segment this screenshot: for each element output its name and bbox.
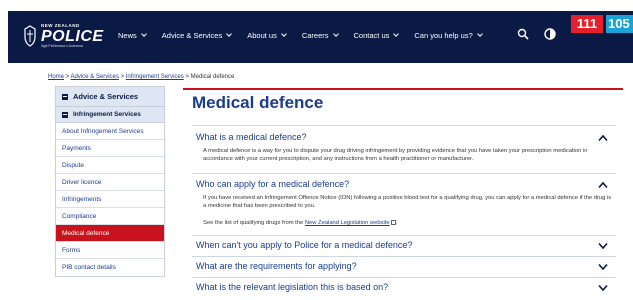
- chevron-down-icon: [140, 31, 147, 37]
- police-logo[interactable]: NEW ZEALAND POLICE Ngā Pirihimana o Aote…: [23, 23, 104, 48]
- breadcrumb-separator: >: [65, 74, 70, 80]
- divider: [192, 125, 616, 126]
- nav-news-label: News: [118, 31, 137, 40]
- title-accent-rule: [183, 88, 623, 90]
- sidebar-item-infringements[interactable]: Infringements: [56, 191, 164, 208]
- divider: [192, 173, 616, 174]
- breadcrumb-separator: >: [185, 74, 189, 80]
- sidebar-item-forms[interactable]: Forms: [56, 242, 164, 259]
- breadcrumb-advice-services[interactable]: Advice & Services: [71, 74, 119, 80]
- emergency-111-button[interactable]: 111: [571, 15, 603, 33]
- nav-contact-label: Contact us: [353, 31, 390, 40]
- accordion-body-what-is: A medical defence is a way for you to di…: [203, 148, 588, 163]
- non-emergency-105-button[interactable]: 105: [606, 15, 633, 33]
- nav-news[interactable]: News: [118, 31, 147, 40]
- accordion-heading-who-can-apply[interactable]: Who can apply for a medical defence?: [196, 179, 349, 189]
- nav-careers-label: Careers: [301, 31, 329, 40]
- top-header: NEW ZEALAND POLICE Ngā Pirihimana o Aote…: [8, 11, 633, 63]
- qualifying-drugs-prefix: See the list of qualifying drugs from th…: [203, 220, 304, 226]
- nav-can-you-help[interactable]: Can you help us?: [414, 31, 483, 40]
- accordion-body-who-can-apply: If you have received an Infringement Off…: [203, 195, 612, 210]
- accordion-heading-what-is[interactable]: What is a medical defence?: [196, 132, 307, 142]
- sidebar-subheading-label: Infringement Services: [73, 111, 141, 118]
- sidebar-item-driver-licence[interactable]: Driver licence: [56, 174, 164, 191]
- sidebar-item-about[interactable]: About Infringement Services: [56, 123, 164, 140]
- collapse-square-icon: [62, 93, 68, 100]
- breadcrumb-separator: >: [120, 74, 125, 80]
- chevron-down-icon: [393, 31, 400, 37]
- contrast-icon[interactable]: [544, 28, 556, 40]
- nav-advice-label: Advice & Services: [161, 31, 223, 40]
- nav-about-us[interactable]: About us: [247, 31, 287, 40]
- sidebar-item-payments[interactable]: Payments: [56, 140, 164, 157]
- sidebar-item-pib-contact[interactable]: PIB contact details: [56, 259, 164, 276]
- sidebar-item-medical-defence[interactable]: Medical defence: [56, 225, 164, 242]
- chevron-down-icon: [226, 31, 233, 37]
- sidebar-heading[interactable]: Advice & Services: [56, 87, 164, 107]
- breadcrumb-home[interactable]: Home: [48, 74, 64, 80]
- breadcrumb-current: Medical defence: [190, 74, 235, 80]
- divider: [192, 256, 616, 257]
- chevron-down-icon[interactable]: [598, 284, 608, 292]
- sidebar-item-compliance[interactable]: Compliance: [56, 208, 164, 225]
- divider: [192, 277, 616, 278]
- chevron-down-icon[interactable]: [598, 263, 608, 271]
- chevron-down-icon: [332, 31, 339, 37]
- nz-legislation-link[interactable]: New Zealand Legislation website: [305, 220, 390, 226]
- nav-advice-services[interactable]: Advice & Services: [161, 31, 233, 40]
- nav-contact-us[interactable]: Contact us: [353, 31, 400, 40]
- sidebar-item-dispute[interactable]: Dispute: [56, 157, 164, 174]
- chevron-up-icon[interactable]: [598, 134, 608, 142]
- chevron-down-icon: [476, 31, 483, 37]
- chevron-up-icon[interactable]: [598, 181, 608, 189]
- breadcrumb-infringement-services[interactable]: Infringement Services: [126, 74, 184, 80]
- nav-help-label: Can you help us?: [414, 31, 473, 40]
- logo-motto: Ngā Pirihimana o Aotearoa: [41, 43, 83, 48]
- collapse-square-icon: [62, 111, 68, 118]
- sidebar-heading-label: Advice & Services: [73, 92, 139, 101]
- period: .: [395, 220, 398, 226]
- search-icon[interactable]: [517, 28, 529, 40]
- breadcrumb: Home > Advice & Services > Infringement …: [48, 74, 234, 80]
- sidebar-subheading[interactable]: Infringement Services: [56, 107, 164, 123]
- sidebar-nav: Advice & Services Infringement Services …: [55, 86, 165, 277]
- accordion-heading-when-cant-apply[interactable]: When can't you apply to Police for a med…: [196, 240, 412, 250]
- nz-police-crest-icon: [24, 25, 36, 47]
- accordion-heading-legislation[interactable]: What is the relevant legislation this is…: [196, 282, 388, 292]
- accordion-heading-requirements[interactable]: What are the requirements for applying?: [196, 261, 357, 271]
- logo-wordmark: NEW ZEALAND POLICE Ngā Pirihimana o Aote…: [41, 23, 104, 48]
- main-nav: News Advice & Services About us Careers …: [118, 31, 498, 40]
- chevron-down-icon: [280, 31, 287, 37]
- logo-police: POLICE: [41, 27, 104, 45]
- qualifying-drugs-line: See the list of qualifying drugs from th…: [203, 219, 613, 227]
- divider: [192, 235, 616, 236]
- nav-about-label: About us: [247, 31, 277, 40]
- chevron-down-icon[interactable]: [598, 242, 608, 250]
- nav-careers[interactable]: Careers: [301, 31, 339, 40]
- page-title: Medical defence: [192, 93, 324, 112]
